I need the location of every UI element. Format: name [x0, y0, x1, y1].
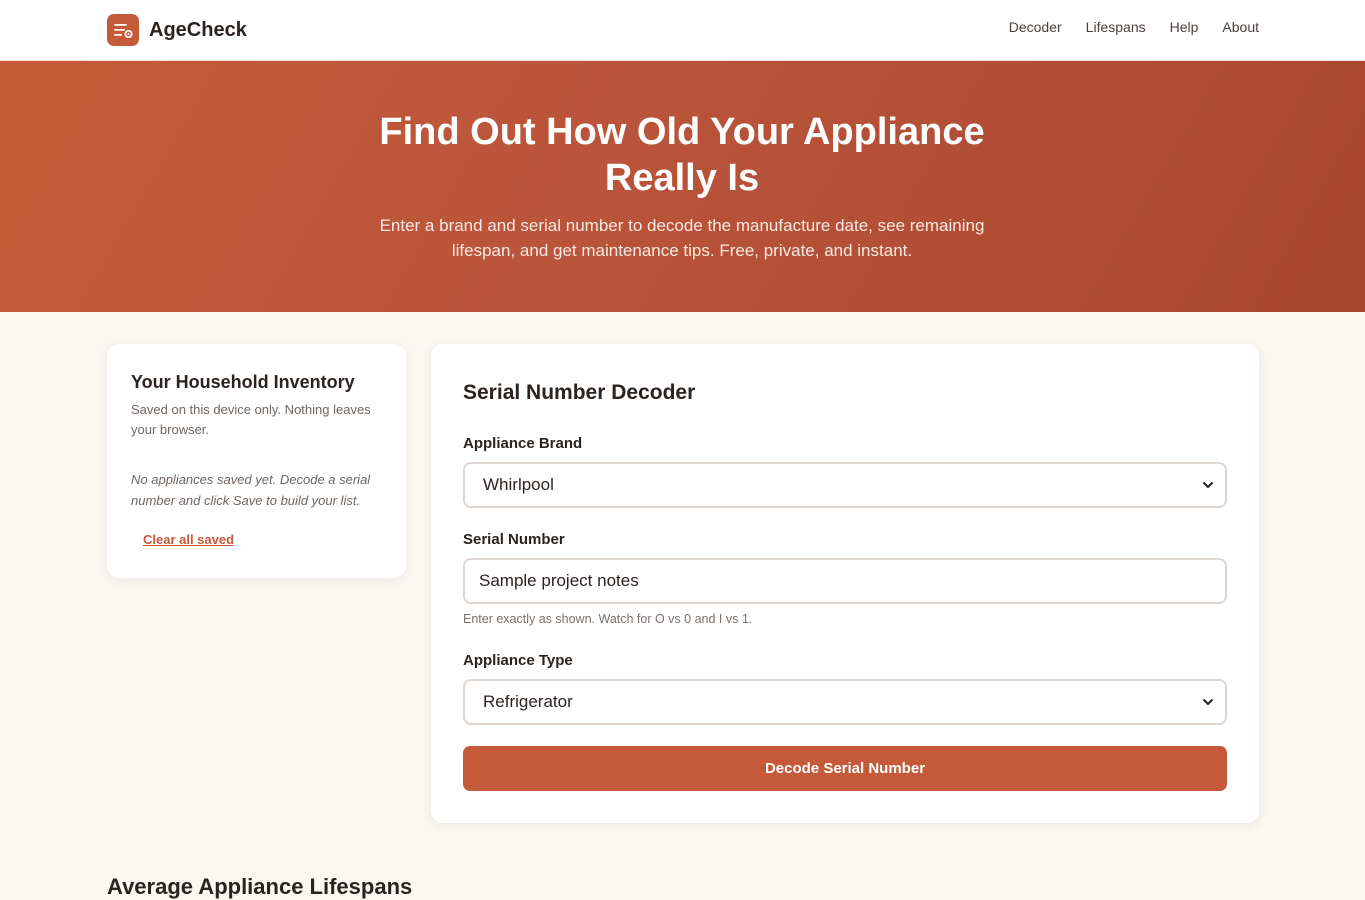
appliance-type-value: Refrigerator — [483, 692, 573, 711]
decoder-title: Serial Number Decoder — [463, 381, 696, 404]
inventory-title: Your Household Inventory — [131, 372, 355, 392]
list-gear-icon — [107, 14, 139, 46]
lifespans-section-title: Average Appliance Lifespans — [107, 874, 413, 899]
hero-subtitle: Enter a brand and serial number to decod… — [379, 216, 985, 260]
serial-number-input[interactable]: Sample project notes — [463, 558, 1227, 604]
serial-label: Serial Number — [463, 531, 565, 548]
top-navigation-bar: AgeCheck Decoder Lifespans Help About — [0, 0, 1365, 61]
brand[interactable]: AgeCheck — [107, 14, 247, 46]
nav-help[interactable]: Help — [1170, 19, 1199, 35]
nav-lifespans[interactable]: Lifespans — [1086, 19, 1146, 35]
nav-about[interactable]: About — [1222, 19, 1259, 35]
type-label: Appliance Type — [463, 652, 573, 669]
main-nav: Decoder Lifespans Help About — [1009, 19, 1259, 35]
hero-title: Find Out How Old Your Appliance Really I… — [379, 111, 985, 199]
household-inventory-card: Your Household Inventory Saved on this d… — [107, 344, 406, 578]
hero-banner: Find Out How Old Your Appliance Really I… — [0, 61, 1365, 312]
chevron-down-icon — [1203, 482, 1213, 488]
chevron-down-icon — [1203, 699, 1213, 705]
decode-serial-button[interactable]: Decode Serial Number — [463, 746, 1227, 791]
serial-number-value: Sample project notes — [479, 571, 639, 590]
inventory-subtitle: Saved on this device only. Nothing leave… — [131, 402, 371, 437]
clear-all-saved-button[interactable]: Clear all saved — [143, 532, 234, 547]
appliance-type-select[interactable]: Refrigerator — [463, 679, 1227, 725]
nav-decoder[interactable]: Decoder — [1009, 19, 1062, 35]
brand-select[interactable]: Whirlpool — [463, 462, 1227, 508]
serial-hint: Enter exactly as shown. Watch for O vs 0… — [463, 612, 753, 626]
brand-label: Appliance Brand — [463, 435, 583, 452]
serial-decoder-card: Serial Number Decoder Appliance Brand Wh… — [431, 344, 1259, 823]
brand-select-value: Whirlpool — [483, 475, 554, 494]
brand-name: AgeCheck — [149, 18, 247, 41]
inventory-empty-message: No appliances saved yet. Decode a serial… — [131, 472, 371, 508]
